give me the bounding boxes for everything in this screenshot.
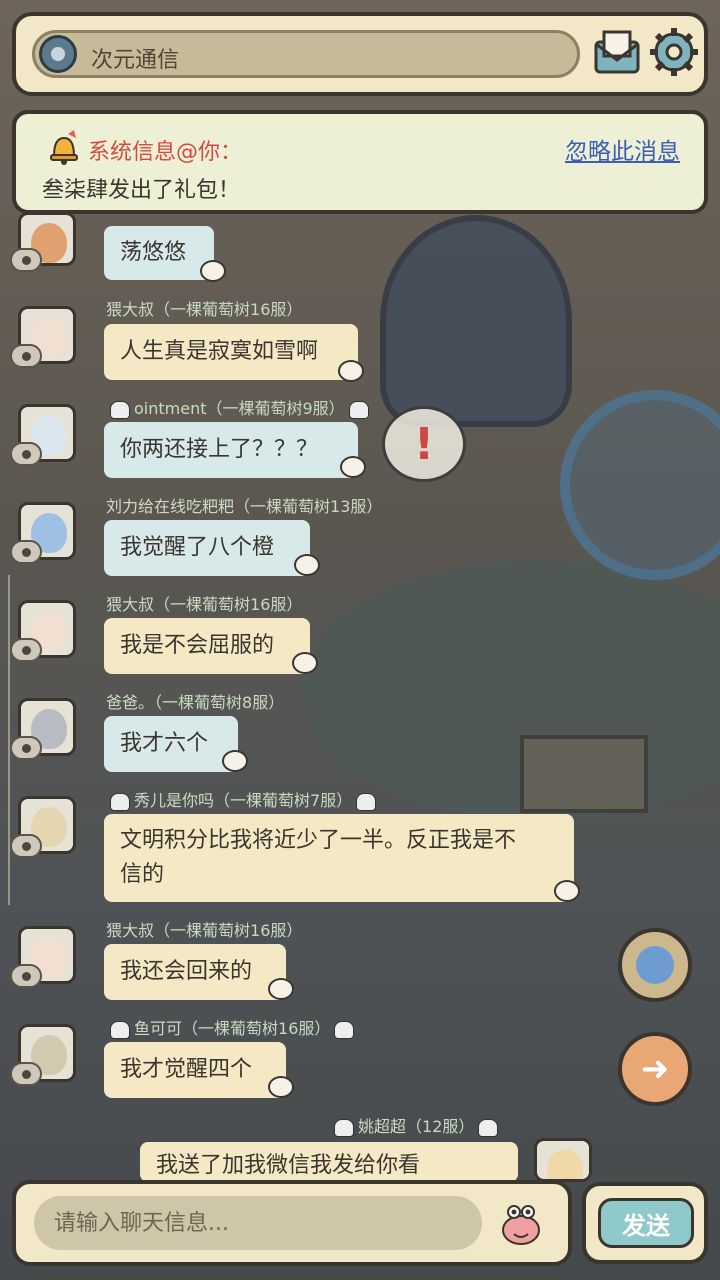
- exclamation-icon[interactable]: !: [382, 406, 466, 482]
- bell-icon: [50, 130, 78, 165]
- message-text: 你两还接上了？？？: [120, 437, 319, 462]
- eye-icon[interactable]: [10, 834, 42, 858]
- chat-bubble: 我是不会屈服的: [104, 618, 310, 674]
- quote-icon: [292, 652, 318, 674]
- ignore-message-link[interactable]: 忽略此消息: [565, 132, 680, 166]
- chat-bubble: 我觉醒了八个橙: [104, 520, 310, 576]
- chat-input[interactable]: [34, 1196, 482, 1250]
- eye-icon[interactable]: [10, 540, 42, 564]
- message-text: 我才觉醒四个: [120, 1057, 253, 1082]
- qq-icon: [348, 400, 369, 419]
- eye-icon[interactable]: [10, 964, 42, 988]
- sender-name: 猥大叔（一棵葡萄树16服）: [106, 921, 303, 940]
- top-bar: 次元通信: [12, 12, 708, 96]
- chat-bubble: 我才六个: [104, 716, 238, 772]
- chat-bubble: 你两还接上了？？？: [104, 422, 358, 478]
- sender-name: 猥大叔（一棵葡萄树16服）: [106, 300, 303, 319]
- eye-icon[interactable]: [10, 638, 42, 662]
- qq-icon: [110, 400, 130, 419]
- eye-icon[interactable]: [10, 442, 42, 466]
- machine-structure: [380, 215, 572, 427]
- send-button[interactable]: 发送: [598, 1198, 694, 1248]
- qq-icon: [334, 1118, 354, 1137]
- qq-icon: [110, 792, 130, 811]
- sender-name: 鱼可可（一棵葡萄树16服）: [106, 1015, 358, 1039]
- chat-bubble: 荡悠悠: [104, 226, 214, 280]
- channel-selector[interactable]: 次元通信: [32, 30, 580, 78]
- chat-bubble: 我才觉醒四个: [104, 1042, 286, 1098]
- scroll-indicator[interactable]: [8, 575, 10, 905]
- quote-icon: [340, 456, 366, 478]
- eye-icon[interactable]: [10, 248, 42, 272]
- gear-icon[interactable]: [648, 26, 700, 78]
- cart: [520, 735, 648, 813]
- pond: [300, 560, 720, 820]
- sender-name: 爸爸。（一棵葡萄树8服）: [106, 693, 285, 712]
- qq-icon: [110, 1020, 130, 1039]
- chat-bubble: 人生真是寂寞如雪啊: [104, 324, 358, 380]
- message-text: 我觉醒了八个橙: [120, 535, 275, 560]
- send-container: 发送: [582, 1182, 708, 1264]
- message-text: 我才六个: [120, 731, 209, 756]
- globe-icon: [39, 35, 77, 73]
- quote-icon: [200, 260, 226, 282]
- system-notice: 系统信息@你： 忽略此消息 叁柒肆发出了礼包！: [12, 110, 708, 214]
- snail-emoji-icon[interactable]: [496, 1198, 546, 1248]
- message-text: 荡悠悠: [120, 240, 187, 265]
- chat-bubble: 我还会回来的: [104, 944, 286, 1000]
- sender-name: ointment（一棵葡萄树9服）: [106, 395, 373, 419]
- quote-icon: [338, 360, 364, 382]
- message-text: 信的: [120, 862, 165, 887]
- qq-icon: [356, 792, 377, 811]
- planet-icon[interactable]: [618, 928, 692, 1002]
- notice-title: 系统信息@你：: [88, 140, 243, 165]
- quote-icon: [268, 978, 294, 1000]
- eye-icon[interactable]: [10, 1062, 42, 1086]
- qq-icon: [334, 1020, 355, 1039]
- sender-name: 姚超超（12服）: [330, 1113, 502, 1137]
- quote-icon: [268, 1076, 294, 1098]
- notice-message: 叁柒肆发出了礼包！: [42, 178, 241, 203]
- eye-icon[interactable]: [10, 736, 42, 760]
- arrow-right-icon[interactable]: ➜: [618, 1032, 692, 1106]
- message-text: 我是不会屈服的: [120, 633, 275, 658]
- mail-icon[interactable]: [592, 28, 642, 78]
- portal: [560, 390, 720, 580]
- qq-icon: [478, 1118, 499, 1137]
- eye-icon[interactable]: [10, 344, 42, 368]
- quote-icon: [294, 554, 320, 576]
- input-bar: [12, 1180, 572, 1266]
- message-text: 文明积分比我将近少了一半。反正我是不: [120, 828, 517, 853]
- chat-bubble: 我送了加我微信我发给你看: [140, 1142, 518, 1182]
- sender-name: 刘力给在线吃粑粑（一棵葡萄树13服）: [106, 497, 383, 516]
- quote-icon: [554, 880, 580, 902]
- avatar[interactable]: [534, 1138, 592, 1182]
- channel-name: 次元通信: [91, 48, 180, 73]
- quote-icon: [222, 750, 248, 772]
- message-text: 我送了加我微信我发给你看: [156, 1153, 421, 1178]
- message-text: 我还会回来的: [120, 959, 253, 984]
- message-text: 人生真是寂寞如雪啊: [120, 339, 319, 364]
- sender-name: 猥大叔（一棵葡萄树16服）: [106, 595, 303, 614]
- chat-bubble: 文明积分比我将近少了一半。反正我是不 信的: [104, 814, 574, 902]
- sender-name: 秀儿是你吗（一棵葡萄树7服）: [106, 787, 380, 811]
